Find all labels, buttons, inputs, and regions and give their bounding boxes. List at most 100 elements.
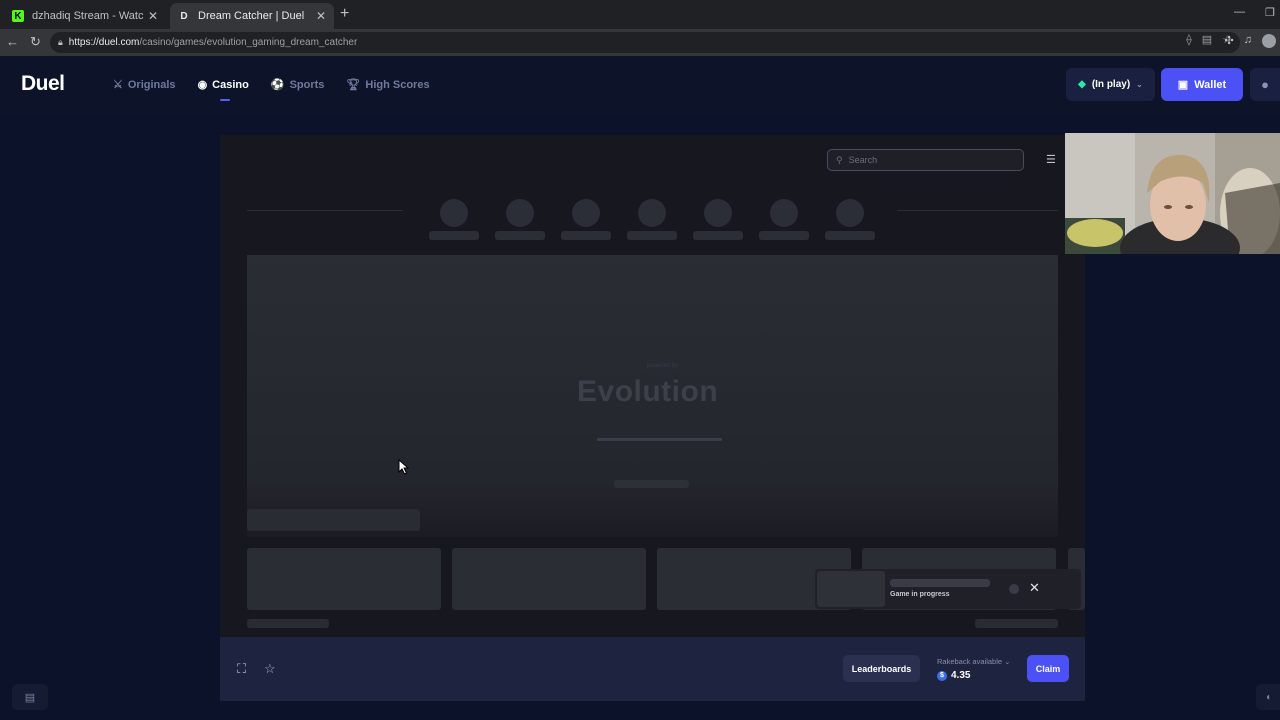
chat-button[interactable]: ▤ xyxy=(12,684,48,710)
browser-tabstrip: K dzhadiq Stream - Watch Live on K ✕ D D… xyxy=(0,0,1280,29)
wallet-button[interactable]: ▣ Wallet xyxy=(1161,68,1243,101)
reload-icon[interactable]: ↻ xyxy=(30,34,41,50)
game-in-progress-toast: Game in progress ✕ xyxy=(815,569,1081,609)
extensions-icon[interactable]: ✣ xyxy=(1225,34,1234,48)
restore-icon[interactable]: ❐ xyxy=(1265,6,1275,19)
search-input[interactable]: ⚲ Search xyxy=(827,149,1024,171)
browser-tab-duel[interactable]: D Dream Catcher | Duel ✕ xyxy=(170,3,334,29)
filter-menu-icon[interactable]: ☰ xyxy=(1046,153,1056,166)
game-bottom-bar: ⛶ ☆ Leaderboards Rakeback available ⌄ $ … xyxy=(220,637,1085,701)
skeleton-footer-right xyxy=(975,619,1058,628)
favorite-star-icon[interactable]: ☆ xyxy=(264,661,276,677)
claim-button[interactable]: Claim xyxy=(1027,655,1069,682)
translate-icon[interactable]: ⟠ xyxy=(1186,33,1191,46)
minimize-icon[interactable]: — xyxy=(1234,6,1245,18)
nav-label: High Scores xyxy=(365,78,430,91)
tab-close-icon[interactable]: ✕ xyxy=(316,9,326,23)
close-icon[interactable]: ✕ xyxy=(1029,580,1040,596)
skeleton-avatar xyxy=(440,199,468,227)
game-video-area[interactable]: powered by Evolution xyxy=(247,255,1058,537)
skeleton-label xyxy=(561,231,611,240)
new-tab-icon[interactable]: + xyxy=(340,5,349,23)
nav-label: Originals xyxy=(127,78,176,91)
balance-dropdown[interactable]: ◆ (In play) ⌄ xyxy=(1066,68,1155,101)
wallet-icon: ▣ xyxy=(1177,79,1189,91)
fullscreen-icon[interactable]: ⛶ xyxy=(237,661,246,677)
site-info-icon[interactable]: 🔒︎ xyxy=(58,37,63,48)
balance-label: (In play) xyxy=(1091,79,1131,90)
rakeback-amount: $ 4.35 xyxy=(937,670,970,681)
casino-chip-icon: ◉ xyxy=(197,79,208,91)
nav-label: Casino xyxy=(212,78,249,91)
webcam-image xyxy=(1065,133,1280,254)
toast-status-dot xyxy=(1009,584,1019,594)
headset-icon: ◖ xyxy=(1264,691,1272,703)
user-menu-button[interactable]: ● xyxy=(1250,68,1280,101)
crossed-swords-icon: ⚔ xyxy=(113,79,123,91)
skeleton-avatar xyxy=(572,199,600,227)
extension-area: ✣ ♫ xyxy=(1225,34,1276,48)
chevron-down-icon: ⌄ xyxy=(1136,80,1143,89)
nav-item-originals[interactable]: ⚔ Originals xyxy=(113,78,176,92)
ball-icon: ⚽ xyxy=(270,79,285,91)
nav-item-high-scores[interactable]: 🏆︎ High Scores xyxy=(346,78,430,92)
search-icon: ⚲ xyxy=(836,154,843,165)
toast-title-skeleton xyxy=(890,579,990,587)
gem-icon: ◆ xyxy=(1078,79,1086,90)
nav-item-sports[interactable]: ⚽ Sports xyxy=(270,78,325,92)
browser-toolbar: ← ↻ 🔒︎ https://duel.com/casino/games/evo… xyxy=(0,29,1280,56)
mouse-cursor-icon xyxy=(398,459,410,475)
kick-favicon-icon: K xyxy=(12,10,24,22)
skeleton-divider xyxy=(247,210,403,211)
rakeback-label: Rakeback available xyxy=(937,657,1003,666)
leaderboards-button[interactable]: Leaderboards xyxy=(843,655,920,682)
user-icon: ● xyxy=(1261,77,1269,92)
toast-thumbnail xyxy=(817,571,885,607)
duel-favicon-icon: D xyxy=(180,10,188,22)
skeleton-avatar xyxy=(836,199,864,227)
skeleton-footer-left xyxy=(247,619,329,628)
loading-progress-bar xyxy=(597,438,722,441)
rakeback-value: 4.35 xyxy=(951,670,971,681)
skeleton-label xyxy=(627,231,677,240)
skeleton-avatar xyxy=(638,199,666,227)
skeleton-label xyxy=(693,231,743,240)
main-nav: ⚔ Originals ◉ Casino ⚽ Sports 🏆︎ High Sc… xyxy=(113,78,430,101)
webcam-overlay xyxy=(1065,133,1280,254)
chevron-down-icon: ⌄ xyxy=(1004,657,1011,666)
skeleton-label xyxy=(429,231,479,240)
back-icon[interactable]: ← xyxy=(6,34,19,49)
wallet-label: Wallet xyxy=(1194,78,1227,91)
skeleton-heading xyxy=(247,509,420,531)
chat-icon: ▤ xyxy=(24,691,36,704)
duel-logo[interactable]: Duel xyxy=(21,72,65,96)
tab-title: Dream Catcher | Duel xyxy=(198,10,305,22)
skeleton-caption xyxy=(614,480,689,488)
provider-powered-by: powered by xyxy=(647,363,679,369)
profile-avatar[interactable] xyxy=(1262,34,1276,48)
tab-close-icon[interactable]: ✕ xyxy=(148,9,158,23)
skeleton-avatar xyxy=(704,199,732,227)
skeleton-label xyxy=(495,231,545,240)
browser-tab-kick[interactable]: K dzhadiq Stream - Watch Live on K ✕ xyxy=(4,3,166,29)
rakeback-dropdown[interactable]: Rakeback available ⌄ xyxy=(937,657,1010,666)
game-panel: ⚲ Search ☰ powered by Evolution Game in … xyxy=(220,135,1085,637)
game-card[interactable] xyxy=(247,548,441,610)
dollar-coin-icon: $ xyxy=(937,670,947,681)
skeleton-avatar xyxy=(770,199,798,227)
support-button[interactable]: ◖ xyxy=(1256,684,1280,710)
site-header: Duel ⚔ Originals ◉ Casino ⚽ Sports 🏆︎ Hi… xyxy=(0,56,1280,114)
skeleton-label xyxy=(759,231,809,240)
nav-label: Sports xyxy=(289,78,325,91)
address-bar[interactable]: 🔒︎ https://duel.com/casino/games/evoluti… xyxy=(50,32,1240,53)
skeleton-avatar xyxy=(506,199,534,227)
game-card[interactable] xyxy=(452,548,646,610)
trophy-icon: 🏆︎ xyxy=(346,79,361,91)
url-path: /casino/games/evolution_gaming_dream_cat… xyxy=(139,37,358,48)
skeleton-divider xyxy=(897,210,1058,211)
reader-icon[interactable]: ▤ xyxy=(1202,33,1212,46)
skeleton-label xyxy=(825,231,875,240)
search-placeholder: Search xyxy=(848,155,878,165)
extension-app-icon[interactable]: ♫ xyxy=(1244,34,1252,48)
nav-item-casino[interactable]: ◉ Casino xyxy=(197,78,249,101)
